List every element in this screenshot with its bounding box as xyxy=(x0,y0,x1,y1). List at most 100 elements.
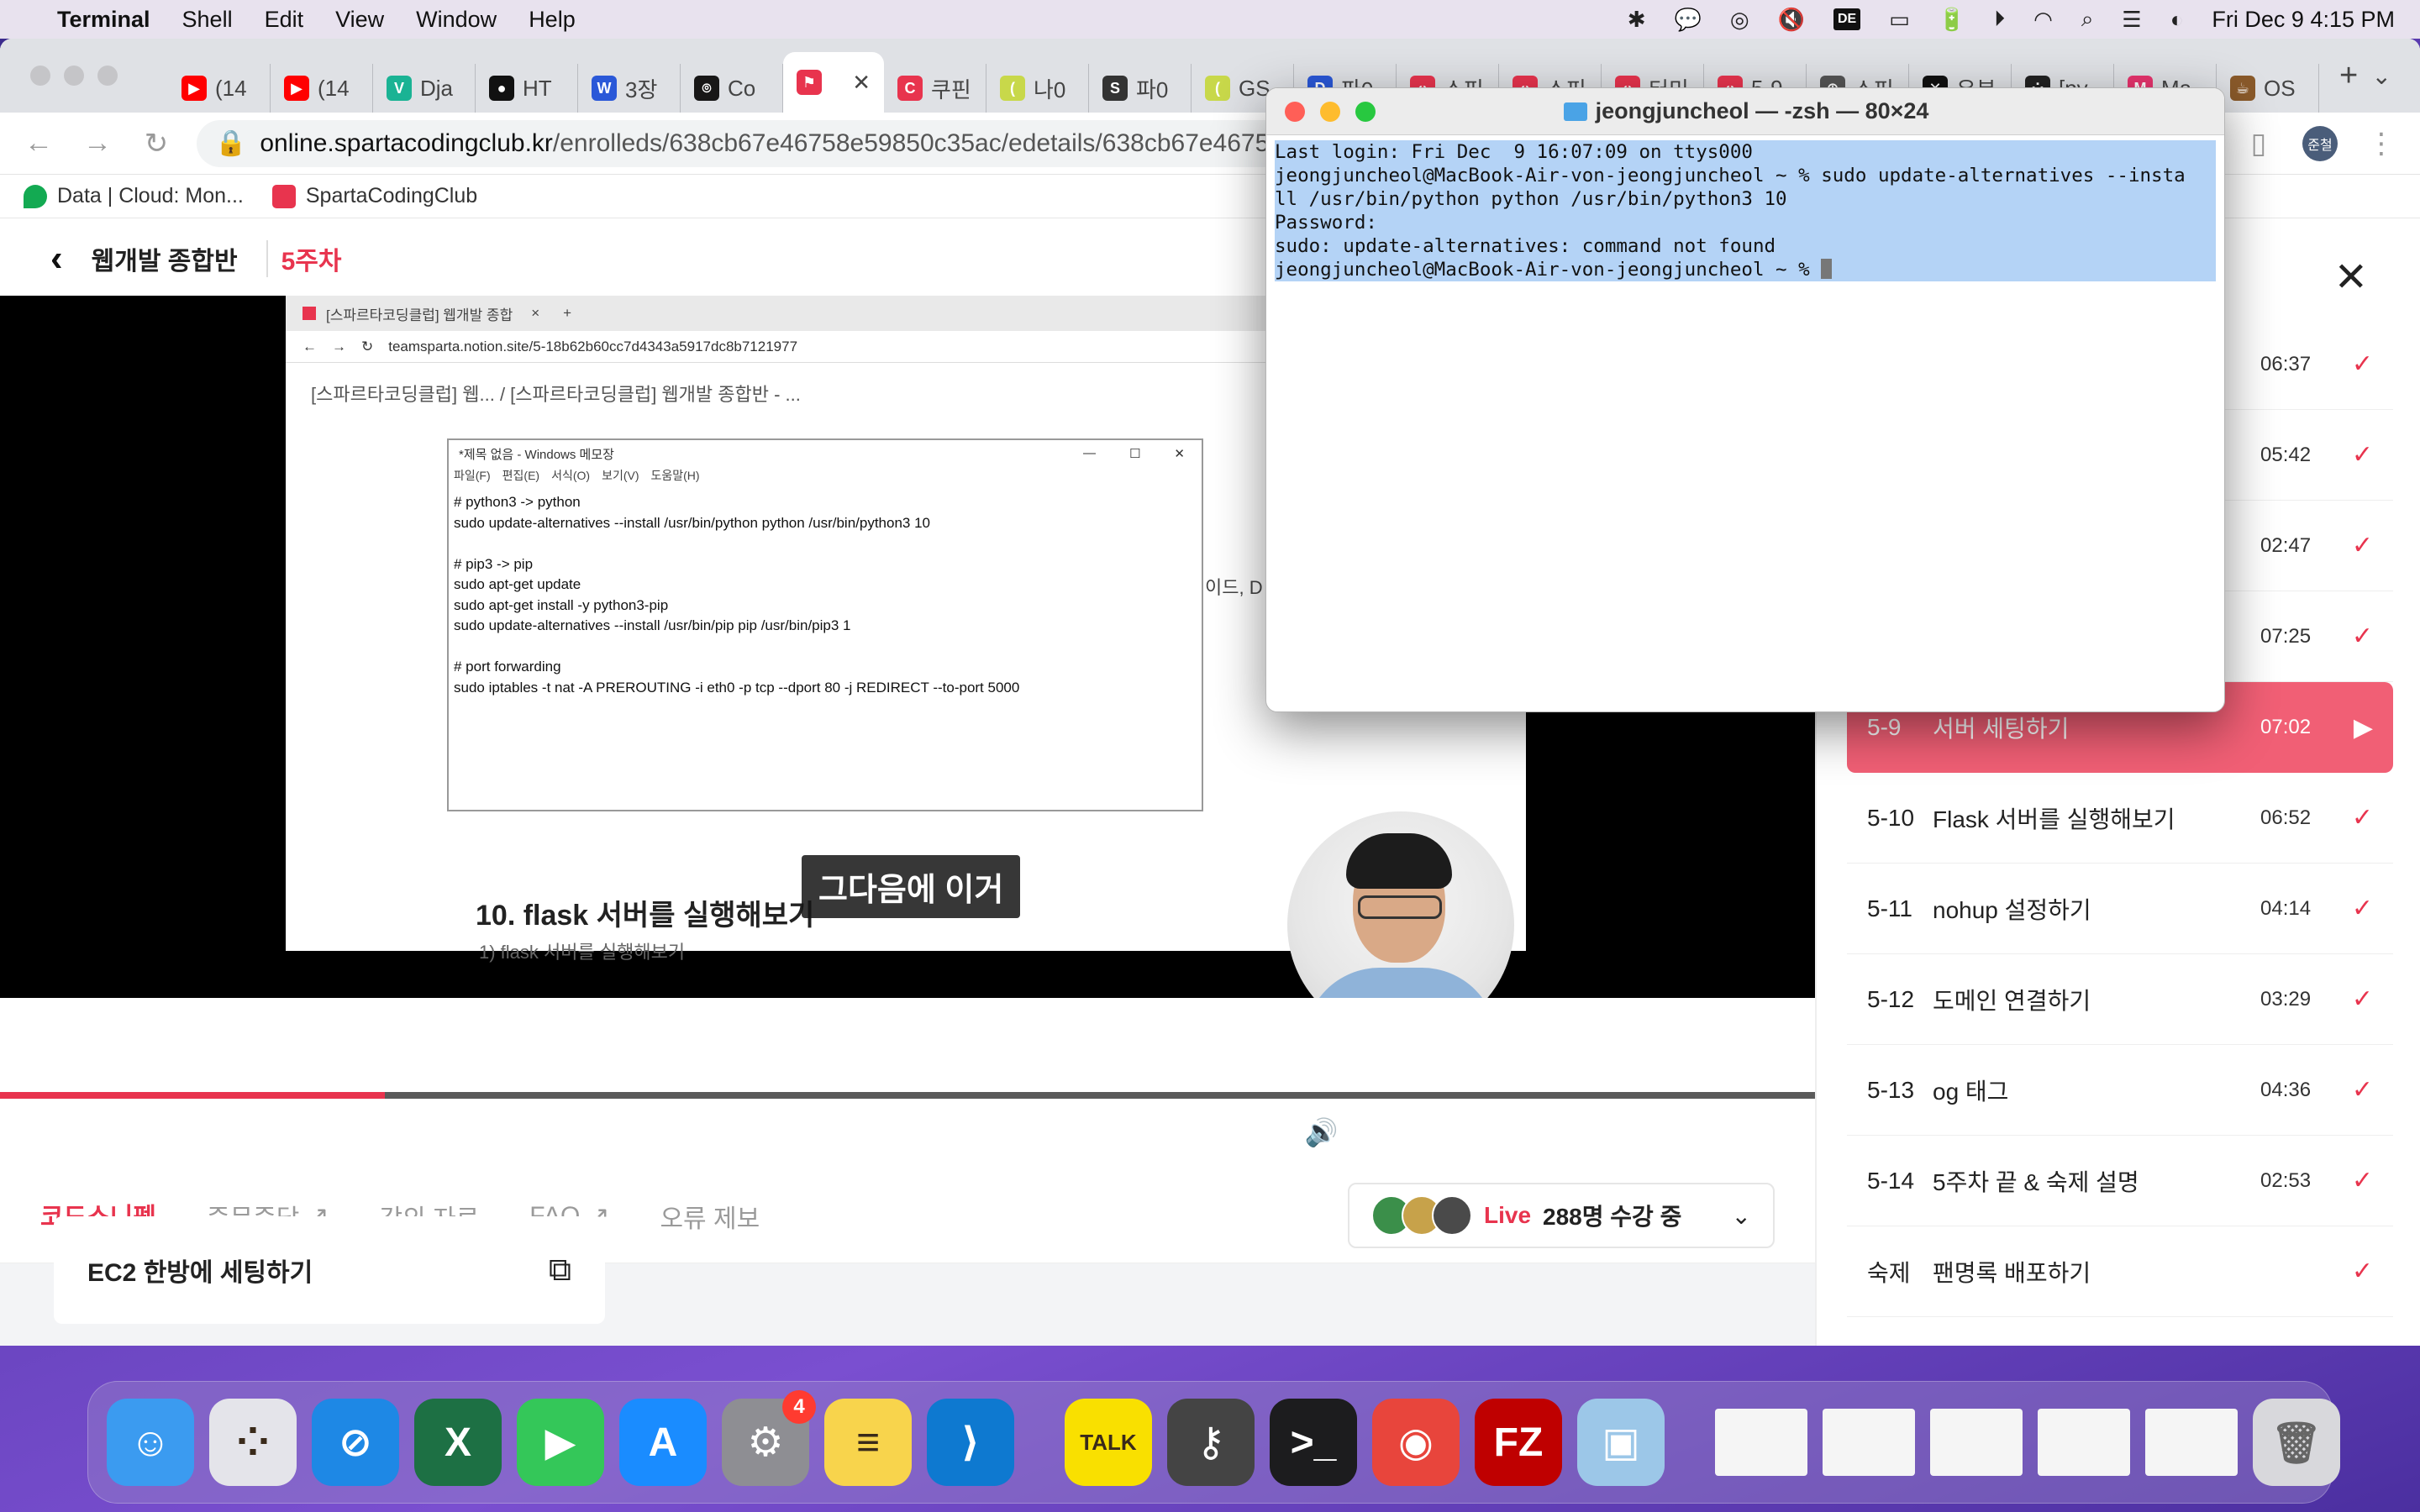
kakaotalk-icon[interactable]: TALK xyxy=(1065,1399,1152,1486)
quality-button[interactable]: Auto xyxy=(1576,1120,1625,1146)
menu-window[interactable]: Window xyxy=(416,7,497,33)
terminal-output[interactable]: Last login: Fri Dec 9 16:07:09 on ttys00… xyxy=(1266,135,2224,286)
bookmark-mongodb[interactable]: Data | Cloud: Mon... xyxy=(24,184,244,208)
menu-shell[interactable]: Shell xyxy=(182,7,233,33)
spotlight-search-icon[interactable]: ⌕ xyxy=(2081,6,2094,33)
browser-tab[interactable]: S 파0 xyxy=(1089,64,1192,113)
lesson-item[interactable]: 5-13 og 태그 04:36 ✓ xyxy=(1847,1045,2393,1136)
copy-icon[interactable]: ⧉ xyxy=(549,1252,571,1289)
close-tab-icon[interactable]: ✕ xyxy=(852,70,871,96)
play-icon[interactable]: ▶ xyxy=(30,1116,51,1148)
app-store-icon[interactable]: A xyxy=(619,1399,707,1486)
live-viewers-dropdown[interactable]: Live 288명 수강 중 ⌄ xyxy=(1348,1183,1775,1248)
facetime-icon[interactable]: ▶ xyxy=(517,1399,604,1486)
minimized-window-thumbnail[interactable] xyxy=(1715,1409,1807,1476)
lesson-item[interactable]: 5-10 Flask 서버를 실행해보기 06:52 ✓ xyxy=(1847,773,2393,864)
lesson-duration: 04:36 xyxy=(2260,1078,2312,1101)
input-source-icon[interactable]: DE xyxy=(1833,8,1861,30)
lesson-item[interactable]: 5-11 nohup 설정하기 04:14 ✓ xyxy=(1847,864,2393,954)
browser-tab[interactable]: V Dja xyxy=(373,64,476,113)
messages-status-icon[interactable]: 💬 xyxy=(1675,7,1702,33)
browser-tab[interactable]: (나0 xyxy=(986,64,1089,113)
keychain-icon[interactable]: ⚷ xyxy=(1167,1399,1255,1486)
mute-icon[interactable]: 🔇 xyxy=(1778,7,1805,33)
volume-icon[interactable]: 🔊 xyxy=(1305,1116,1339,1148)
snippet-card[interactable]: EC2 한방에 세팅하기 ⧉ xyxy=(54,1216,605,1324)
system-preferences-icon[interactable]: ⚙ 4 xyxy=(722,1390,816,1486)
battery-icon[interactable]: 🔋 xyxy=(1939,7,1965,33)
trash-icon[interactable]: 🗑 xyxy=(2253,1399,2340,1486)
checkmark-icon: ✓ xyxy=(2351,350,2373,378)
next-icon[interactable]: ⏭ xyxy=(139,1116,163,1148)
airdrop-icon[interactable]: ◎ xyxy=(1730,7,1749,33)
browser-tab[interactable]: W 3장 xyxy=(578,64,681,113)
vscode-icon[interactable]: ⟩ xyxy=(927,1399,1014,1486)
close-window-button[interactable] xyxy=(1285,101,1305,122)
tab-report-error[interactable]: 오류 제보 xyxy=(660,1166,760,1267)
minimized-window-thumbnail[interactable] xyxy=(1823,1409,1915,1476)
browser-menu-icon[interactable]: ⋮ xyxy=(2363,127,2400,160)
video-progress-bar[interactable] xyxy=(0,1092,1815,1099)
minimized-window-thumbnail[interactable] xyxy=(1930,1409,2023,1476)
sidebar-toggle-icon[interactable]: ▯ xyxy=(2240,127,2277,160)
minimize-window-button[interactable] xyxy=(64,66,84,86)
lesson-item[interactable]: 5-12 도메인 연결하기 03:29 ✓ xyxy=(1847,954,2393,1045)
control-center-icon[interactable]: ☰ xyxy=(2122,7,2141,33)
bookmark-label: SpartaCodingClub xyxy=(305,184,478,207)
picture-in-picture-icon[interactable]: ⧉ xyxy=(1715,1116,1734,1148)
wifi-icon[interactable]: ◠ xyxy=(2033,7,2053,33)
lesson-title: 팬명록 배포하기 xyxy=(1933,1259,2091,1286)
minimize-window-button[interactable] xyxy=(1320,101,1340,122)
new-tab-button[interactable]: + xyxy=(2339,58,2358,94)
reload-button[interactable]: ↻ xyxy=(138,127,175,160)
browser-tab[interactable]: ● HT xyxy=(476,64,578,113)
play-status-icon[interactable]: ⏵ xyxy=(1994,6,2005,33)
browser-tab[interactable]: C 쿠핀 xyxy=(884,64,986,113)
bluetooth-icon[interactable]: ✱ xyxy=(1628,7,1646,33)
safari-icon[interactable]: ⊘ xyxy=(312,1399,399,1486)
speed-button[interactable]: 1x xyxy=(1519,1120,1544,1146)
launchpad-icon[interactable]: ⁘ xyxy=(209,1399,297,1486)
close-window-button[interactable] xyxy=(30,66,50,86)
back-button[interactable]: ← xyxy=(20,127,57,160)
notes-icon[interactable]: ≡ xyxy=(824,1399,912,1486)
terminal-window[interactable]: jeongjuncheol — -zsh — 80×24 Last login:… xyxy=(1265,87,2225,712)
tab-favicon-icon: ▶ xyxy=(284,76,309,101)
terminal-icon[interactable]: >_ xyxy=(1270,1399,1357,1486)
filezilla-icon[interactable]: FZ xyxy=(1475,1399,1562,1486)
browser-tab-active[interactable]: ⚑ ✕ xyxy=(783,52,884,113)
siri-icon[interactable]: ◐ xyxy=(2170,7,2184,33)
fullscreen-icon[interactable]: ⛶ xyxy=(1766,1116,1785,1148)
subtitles-icon[interactable]: ▤ xyxy=(1658,1116,1683,1148)
display-icon[interactable]: ▭ xyxy=(1889,7,1910,33)
lesson-title: nohup 설정하기 xyxy=(1933,896,2091,923)
back-chevron-icon[interactable]: ‹ xyxy=(50,238,63,280)
lesson-item[interactable]: 숙제 팬명록 배포하기 ✓ xyxy=(1847,1226,2393,1317)
minimized-window-thumbnail[interactable] xyxy=(2145,1409,2238,1476)
bookmark-spartacodingclub[interactable]: SpartaCodingClub xyxy=(271,184,478,208)
menu-app-name[interactable]: Terminal xyxy=(57,7,150,33)
menu-help[interactable]: Help xyxy=(529,7,576,33)
menu-clock[interactable]: Fri Dec 9 4:15 PM xyxy=(2212,7,2395,33)
browser-tab[interactable]: ▶ (14 xyxy=(271,64,373,113)
minimized-window-thumbnail[interactable] xyxy=(2038,1409,2130,1476)
forward-button[interactable]: → xyxy=(79,127,116,160)
profile-avatar[interactable]: 준철 xyxy=(2302,125,2338,161)
chrome-icon[interactable]: ◉ xyxy=(1372,1399,1460,1486)
volume-slider[interactable] xyxy=(1370,1130,1488,1135)
excel-icon[interactable]: X xyxy=(414,1399,502,1486)
zoom-window-button[interactable] xyxy=(1355,101,1376,122)
preview-icon[interactable]: ▣ xyxy=(1577,1399,1665,1486)
browser-tab[interactable]: ⌾ Co xyxy=(681,64,783,113)
terminal-line: jeongjuncheol@MacBook-Air-von-jeongjunch… xyxy=(1275,164,2216,187)
close-icon[interactable]: ✕ xyxy=(2334,254,2368,301)
menu-view[interactable]: View xyxy=(335,7,384,33)
browser-tab[interactable]: ▶ (14 xyxy=(168,64,271,113)
lesson-item[interactable]: 5-14 5주차 끝 & 숙제 설명 02:53 ✓ xyxy=(1847,1136,2393,1226)
tab-search-chevron-icon[interactable]: ⌄ xyxy=(2372,62,2391,90)
finder-icon[interactable]: ☺ xyxy=(107,1399,194,1486)
menu-edit[interactable]: Edit xyxy=(265,7,304,33)
zoom-window-button[interactable] xyxy=(97,66,118,86)
previous-icon[interactable]: ⏮ xyxy=(83,1116,108,1148)
browser-tab[interactable]: ☕ OS xyxy=(2217,64,2319,113)
